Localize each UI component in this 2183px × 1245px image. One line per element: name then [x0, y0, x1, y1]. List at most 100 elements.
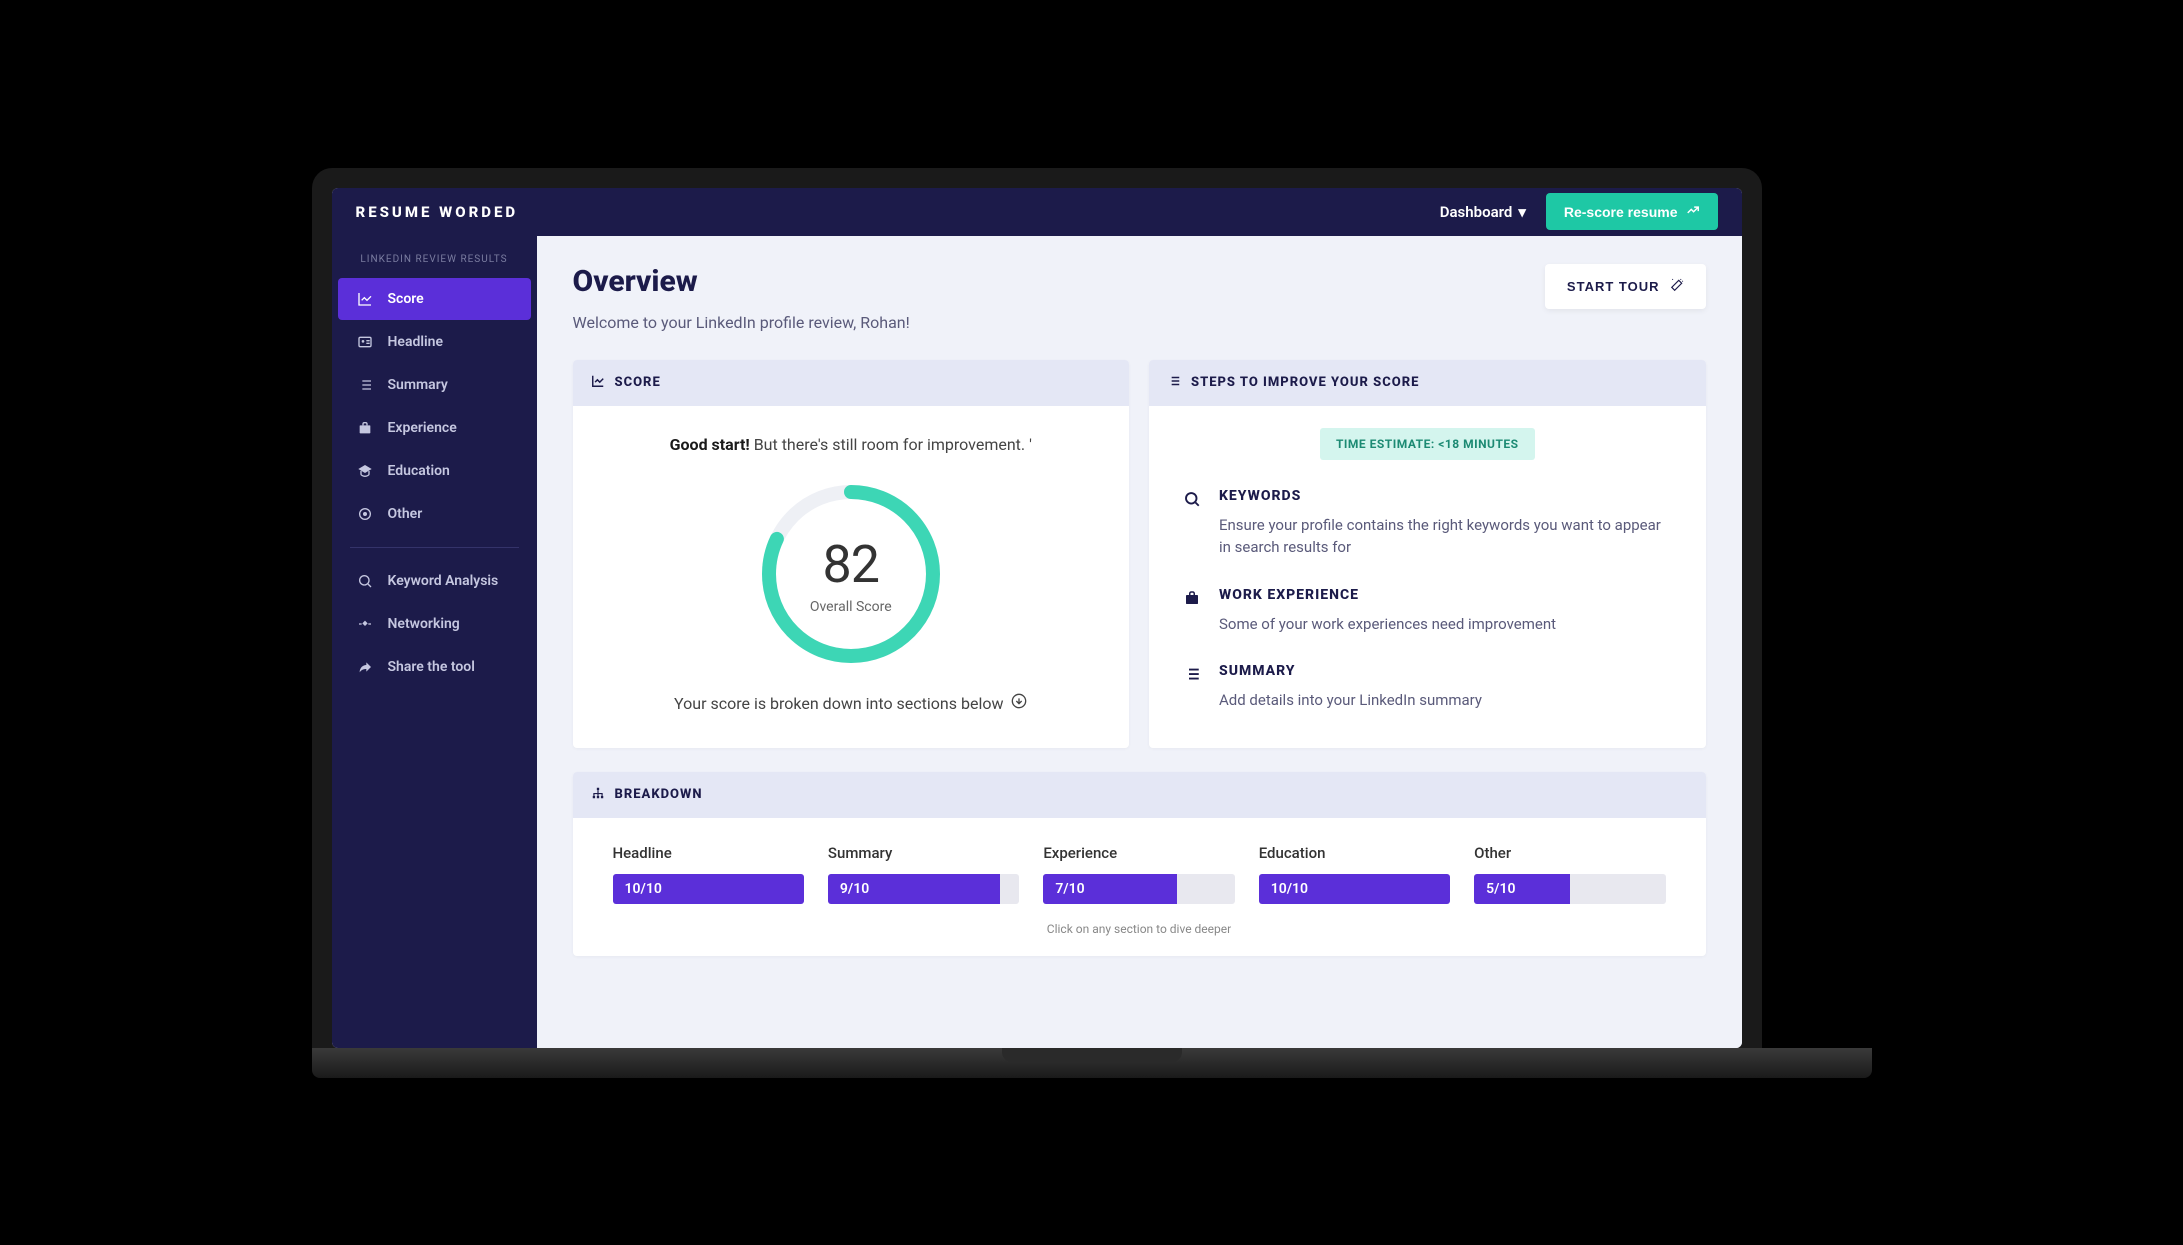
- sidebar-item-label: Education: [388, 463, 450, 479]
- dashboard-dropdown[interactable]: Dashboard ▾: [1440, 203, 1526, 221]
- score-value: 82: [823, 534, 879, 595]
- sidebar-item-other[interactable]: Other: [338, 493, 531, 535]
- breakdown-item-headline[interactable]: Headline 10/10: [613, 844, 804, 904]
- app-screen: RESUME WORDED Dashboard ▾ Re-score resum…: [332, 188, 1742, 1048]
- score-card: SCORE Good start! But there's still room…: [573, 360, 1130, 748]
- score-lead-text: Good start! But there's still room for i…: [601, 432, 1102, 458]
- chart-up-icon: [1686, 203, 1700, 220]
- sidebar-item-headline[interactable]: Headline: [338, 321, 531, 363]
- list-icon: [1167, 374, 1181, 392]
- time-estimate-pill: TIME ESTIMATE: <18 MINUTES: [1320, 428, 1535, 460]
- breakdown-bar: 10/10: [613, 874, 804, 904]
- sidebar-title: LINKEDIN REVIEW RESULTS: [332, 246, 537, 277]
- breakdown-label: Experience: [1043, 844, 1234, 862]
- breakdown-fill: 10/10: [613, 874, 804, 904]
- score-lead-bold: Good start!: [670, 435, 750, 454]
- sidebar-item-score[interactable]: Score: [338, 278, 531, 320]
- sitemap-icon: [591, 786, 605, 804]
- sidebar-item-label: Experience: [388, 420, 457, 436]
- circle-dot-icon: [356, 506, 374, 522]
- list-icon: [1183, 663, 1203, 712]
- tour-label: START TOUR: [1567, 279, 1660, 294]
- search-icon: [356, 573, 374, 589]
- search-icon: [1183, 488, 1203, 559]
- sidebar-divider: [350, 547, 519, 548]
- sidebar-item-label: Share the tool: [388, 659, 475, 675]
- score-ring: 82 Overall Score: [756, 479, 946, 669]
- breakdown-bar: 9/10: [828, 874, 1019, 904]
- breakdown-item-experience[interactable]: Experience 7/10: [1043, 844, 1234, 904]
- breakdown-label: Summary: [828, 844, 1019, 862]
- breakdown-fill: 5/10: [1474, 874, 1570, 904]
- breakdown-card-header: BREAKDOWN: [573, 772, 1706, 818]
- step-title: WORK EXPERIENCE: [1219, 587, 1556, 603]
- steps-header-label: STEPS TO IMPROVE YOUR SCORE: [1191, 375, 1419, 390]
- step-summary[interactable]: SUMMARY Add details into your LinkedIn s…: [1183, 663, 1672, 712]
- briefcase-icon: [356, 420, 374, 436]
- step-title: KEYWORDS: [1219, 488, 1672, 504]
- score-header-label: SCORE: [615, 375, 661, 390]
- breakdown-bar: 5/10: [1474, 874, 1665, 904]
- sidebar-item-label: Summary: [388, 377, 448, 393]
- step-desc: Add details into your LinkedIn summary: [1219, 689, 1482, 712]
- step-desc: Some of your work experiences need impro…: [1219, 613, 1556, 636]
- sidebar-item-education[interactable]: Education: [338, 450, 531, 492]
- breakdown-label: Headline: [613, 844, 804, 862]
- step-work-experience[interactable]: WORK EXPERIENCE Some of your work experi…: [1183, 587, 1672, 636]
- score-footer-text: Your score is broken down into sections …: [674, 694, 1003, 713]
- sidebar-item-label: Networking: [388, 616, 460, 632]
- graduation-cap-icon: [356, 463, 374, 479]
- breakdown-fill: 9/10: [828, 874, 1000, 904]
- laptop-frame: RESUME WORDED Dashboard ▾ Re-score resum…: [312, 168, 1762, 1048]
- sidebar-item-summary[interactable]: Summary: [338, 364, 531, 406]
- chart-line-icon: [591, 374, 605, 392]
- step-desc: Ensure your profile contains the right k…: [1219, 514, 1672, 559]
- breakdown-bar: 7/10: [1043, 874, 1234, 904]
- breakdown-label: Education: [1259, 844, 1450, 862]
- breakdown-bar: 10/10: [1259, 874, 1450, 904]
- start-tour-button[interactable]: START TOUR: [1545, 264, 1706, 309]
- brand-logo: RESUME WORDED: [356, 203, 519, 221]
- sidebar: LINKEDIN REVIEW RESULTS Score Headline S…: [332, 236, 537, 1048]
- sidebar-item-experience[interactable]: Experience: [338, 407, 531, 449]
- sidebar-item-label: Keyword Analysis: [388, 573, 499, 589]
- score-card-header: SCORE: [573, 360, 1130, 406]
- page-title: Overview: [573, 264, 910, 299]
- laptop-notch: [1002, 1048, 1182, 1062]
- sidebar-item-label: Other: [388, 506, 423, 522]
- main-content: Overview Welcome to your LinkedIn profil…: [537, 236, 1742, 1048]
- breakdown-fill: 10/10: [1259, 874, 1450, 904]
- step-title: SUMMARY: [1219, 663, 1482, 679]
- rescore-button[interactable]: Re-score resume: [1546, 193, 1718, 230]
- breakdown-label: Other: [1474, 844, 1665, 862]
- arrow-down-circle-icon: [1011, 693, 1027, 713]
- sidebar-item-networking[interactable]: Networking: [338, 603, 531, 645]
- steps-card: STEPS TO IMPROVE YOUR SCORE TIME ESTIMAT…: [1149, 360, 1706, 748]
- id-card-icon: [356, 334, 374, 350]
- score-label: Overall Score: [810, 599, 892, 615]
- rescore-label: Re-score resume: [1564, 204, 1678, 220]
- sidebar-item-keyword-analysis[interactable]: Keyword Analysis: [338, 560, 531, 602]
- dashboard-label: Dashboard: [1440, 203, 1513, 221]
- handshake-icon: [356, 616, 374, 632]
- sidebar-item-share[interactable]: Share the tool: [338, 646, 531, 688]
- breakdown-fill: 7/10: [1043, 874, 1177, 904]
- step-keywords[interactable]: KEYWORDS Ensure your profile contains th…: [1183, 488, 1672, 559]
- share-icon: [356, 659, 374, 675]
- laptop-base: [312, 1048, 1872, 1078]
- chart-line-icon: [356, 291, 374, 307]
- score-footer: Your score is broken down into sections …: [601, 693, 1102, 713]
- score-lead-rest: But there's still room for improvement. …: [750, 435, 1032, 454]
- sidebar-item-label: Headline: [388, 334, 443, 350]
- breakdown-header-label: BREAKDOWN: [615, 787, 703, 802]
- breakdown-card: BREAKDOWN Headline 10/10 Summary 9/10 Experi…: [573, 772, 1706, 956]
- breakdown-item-other[interactable]: Other 5/10: [1474, 844, 1665, 904]
- steps-card-header: STEPS TO IMPROVE YOUR SCORE: [1149, 360, 1706, 406]
- page-subtitle: Welcome to your LinkedIn profile review,…: [573, 313, 910, 332]
- sidebar-item-label: Score: [388, 291, 424, 307]
- briefcase-icon: [1183, 587, 1203, 636]
- breakdown-item-education[interactable]: Education 10/10: [1259, 844, 1450, 904]
- breakdown-item-summary[interactable]: Summary 9/10: [828, 844, 1019, 904]
- caret-down-icon: ▾: [1518, 203, 1526, 221]
- topbar: RESUME WORDED Dashboard ▾ Re-score resum…: [332, 188, 1742, 236]
